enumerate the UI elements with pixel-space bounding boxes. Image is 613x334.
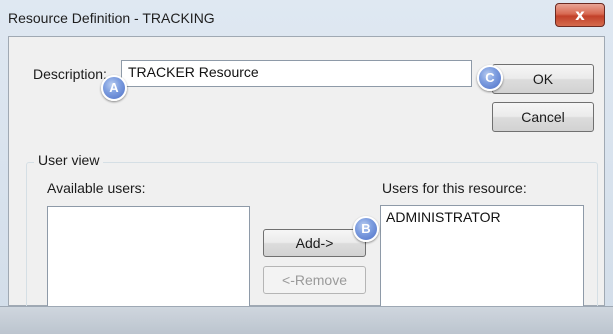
window-bottom-edge	[0, 306, 613, 334]
close-button[interactable]: x	[555, 3, 605, 27]
user-view-title: User view	[34, 152, 104, 168]
window-title: Resource Definition - TRACKING	[8, 10, 215, 26]
callout-marker-b: B	[353, 216, 379, 242]
resource-users-list[interactable]: ADMINISTRATOR	[380, 205, 584, 316]
remove-button[interactable]: <-Remove	[263, 266, 366, 294]
add-button[interactable]: Add->	[263, 229, 366, 257]
available-users-label: Available users:	[47, 180, 146, 196]
list-item[interactable]: ADMINISTRATOR	[381, 206, 583, 228]
title-bar[interactable]: Resource Definition - TRACKING x	[0, 0, 613, 36]
ok-button-label: OK	[532, 71, 554, 87]
description-value: TRACKER Resource	[128, 64, 259, 80]
ok-button[interactable]: OK	[492, 64, 594, 94]
close-icon: x	[575, 6, 585, 24]
description-input[interactable]: TRACKER Resource	[121, 60, 472, 87]
cancel-button-label: Cancel	[521, 109, 565, 125]
add-button-label: Add->	[295, 235, 334, 251]
remove-button-label: <-Remove	[282, 272, 347, 288]
description-label: Description:	[33, 66, 107, 82]
resource-users-label: Users for this resource:	[382, 180, 527, 196]
callout-marker-a: A	[101, 75, 127, 101]
callout-marker-c: C	[477, 65, 503, 91]
dialog-window: Resource Definition - TRACKING x Descrip…	[0, 0, 613, 334]
available-users-list[interactable]	[47, 206, 250, 316]
cancel-button[interactable]: Cancel	[492, 102, 594, 132]
